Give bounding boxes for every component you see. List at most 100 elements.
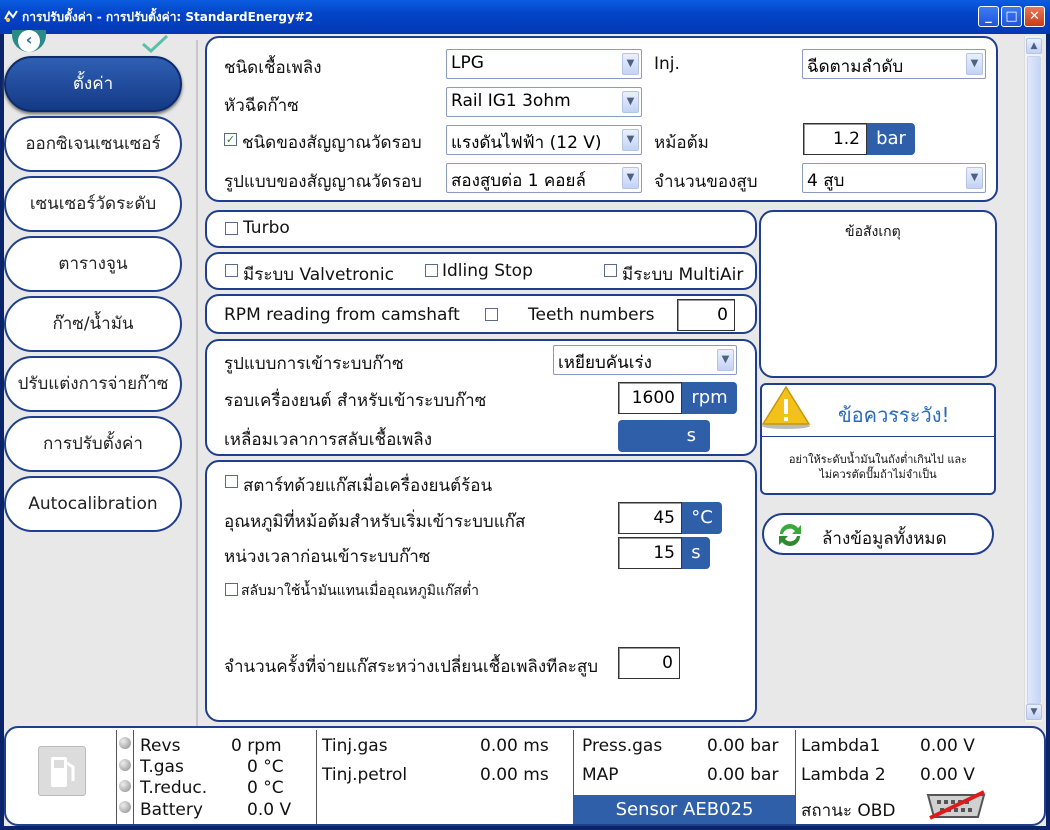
map-label: MAP [582,765,619,785]
inj-label: Inj. [654,54,680,74]
switchover-rpm-input[interactable]: 1600 [618,382,682,414]
chevron-down-icon: ▼ [622,91,639,113]
sensor-label: Sensor AEB025 [574,795,795,824]
turbo-label: Turbo [243,218,290,238]
reducer-temp-unit: °C [682,502,722,534]
revs-value: 0 rpm [231,736,282,756]
tinj-petrol-label: Tinj.petrol [322,765,408,785]
chevron-down-icon: ▼ [622,167,639,189]
reducer-label: หม้อต้ม [654,133,709,153]
battery-label: Battery [140,800,203,820]
sidebar-item-gas-petrol[interactable]: ก๊าซ/น้ำมัน [4,296,182,352]
tgas-label: T.gas [140,757,184,777]
switchover-rpm-label: รอบเครื่องยนต์ สำหรับเข้าระบบก๊าซ [224,391,487,411]
treduc-value: 0 °C [247,778,284,798]
minimize-button[interactable]: _ [978,6,999,27]
lambda2-value: 0.00 V [920,765,975,785]
close-button[interactable]: ✕ [1024,6,1045,27]
rpm-signal-select[interactable]: แรงดันไฟฟ้า (12 V) ▼ [446,125,642,155]
map-value: 0.00 bar [707,765,779,785]
sidebar-item-level-sensor[interactable]: เซนเซอร์วัดระดับ [4,176,182,232]
window-title: การปรับตั้งค่า - การปรับตั้งค่า: Standar… [22,10,314,24]
petrol-fallback-checkbox[interactable] [225,583,238,596]
tgas-value: 0 °C [247,757,284,777]
hot-start-label: สตาร์ทด้วยแก๊สเมื่อเครื่องยนต์ร้อน [243,476,493,496]
sidebar-item-oxygen-sensor[interactable]: ออกซิเจนเซนเซอร์ [4,116,182,172]
injector-label: หัวฉีดก๊าซ [224,96,299,116]
treduc-led [119,780,131,792]
clear-all-button[interactable]: ล้างข้อมูลทั้งหมด [762,513,994,555]
chevron-down-icon: ▼ [622,53,639,75]
sidebar-item-autocalibration[interactable]: Autocalibration [4,476,182,532]
sidebar-item-tuning-table[interactable]: ตารางจูน [4,236,182,292]
press-gas-label: Press.gas [582,736,663,756]
tinj-gas-label: Tinj.gas [322,736,388,756]
multiair-label: มีระบบ MultiAir [622,265,744,285]
warning-icon [761,385,811,429]
obd-label: สถานะ OBD [801,801,896,821]
switch-delay-input[interactable]: 15 [618,537,682,569]
fuel-type-select[interactable]: LPG ▼ [446,49,642,79]
turbo-checkbox[interactable] [225,222,238,235]
refresh-icon [779,524,801,546]
injections-input[interactable]: 0 [618,647,680,679]
chevron-down-icon: ▼ [717,349,734,371]
overlap-label: เหลื่อมเวลาการสลับเชื้อเพลิง [224,430,433,450]
scroll-down-icon[interactable]: ▼ [1026,704,1042,720]
chevron-down-icon: ▼ [622,129,639,151]
reducer-input[interactable]: 1.2 [803,123,867,155]
maximize-button[interactable]: □ [1001,6,1022,27]
status-divider [795,730,796,824]
reducer-unit: bar [867,123,915,155]
valvetronic-checkbox[interactable] [225,264,238,277]
status-divider [133,730,134,824]
cylinders-label: จำนวนของสูบ [654,172,758,192]
petrol-fallback-label: สลับมาใช้น้ำมันแทนเมื่ออุณหภูมิแก๊สต่ำ [241,583,479,599]
teeth-input[interactable]: 0 [677,299,735,331]
scroll-thumb[interactable] [1027,56,1041,704]
tgas-led [119,759,131,771]
fuel-type-label: ชนิดเชื้อเพลิง [224,58,322,78]
inj-select[interactable]: ฉีดตามลำดับ ▼ [802,49,986,79]
lambda1-label: Lambda1 [801,736,881,756]
clear-all-label: ล้างข้อมูลทั้งหมด [822,529,947,549]
chevron-down-icon: ▼ [966,167,983,189]
rpm-pattern-select[interactable]: สองสูบต่อ 1 คอยล์ ▼ [446,163,642,193]
check-icon[interactable] [140,34,170,54]
rpm-signal-checkbox[interactable]: ✓ [224,133,237,146]
multiair-checkbox[interactable] [604,264,617,277]
status-divider [316,730,317,824]
injections-label: จำนวนครั้งที่จ่ายแก๊สระหว่างเปลี่ยนเชื้อ… [224,657,599,677]
injector-select[interactable]: Rail IG1 3ohm ▼ [446,87,642,117]
switch-delay-unit: s [682,537,710,569]
camshaft-label: RPM reading from camshaft [224,305,460,325]
switchover-mode-label: รูปแบบการเข้าระบบก๊าซ [224,354,404,374]
sidebar-item-calibration[interactable]: การปรับตั้งค่า [4,416,182,472]
hot-start-checkbox[interactable] [225,475,238,488]
reducer-temp-input[interactable]: 45 [618,502,682,534]
lambda2-label: Lambda 2 [801,765,886,785]
battery-led [119,801,131,813]
warning-text: อย่าให้ระดับน้ำมันในถังต่ำเกินไป และ ไม่… [788,453,968,481]
idling-stop-checkbox[interactable] [425,264,438,277]
chevron-down-icon: ▼ [966,53,983,75]
teeth-label: Teeth numbers [528,305,655,325]
sidebar-divider [196,40,198,726]
cylinders-select[interactable]: 4 สูบ ▼ [802,163,986,193]
switch-delay-label: หน่วงเวลาก่อนเข้าระบบก๊าซ [224,547,431,567]
vertical-scrollbar[interactable]: ▲ ▼ [1024,36,1042,722]
sidebar-item-settings[interactable]: ตั้งค่า [4,56,182,112]
overlap-input[interactable]: s [618,420,710,452]
switchover-rpm-unit: rpm [682,382,737,414]
scroll-up-icon[interactable]: ▲ [1026,38,1042,54]
warning-divider [762,436,994,437]
sidebar-item-gas-injection-tuning[interactable]: ปรับแต่งการจ่ายก๊าซ [4,356,182,412]
press-gas-value: 0.00 bar [707,736,779,756]
app-icon [4,10,18,22]
camshaft-checkbox[interactable] [485,308,498,321]
obd-connector-icon [926,790,986,820]
idling-stop-label: Idling Stop [442,261,533,281]
switchover-mode-select[interactable]: เหยียบคันเร่ง ▼ [553,345,737,375]
revs-label: Revs [140,736,181,756]
lambda1-value: 0.00 V [920,736,975,756]
